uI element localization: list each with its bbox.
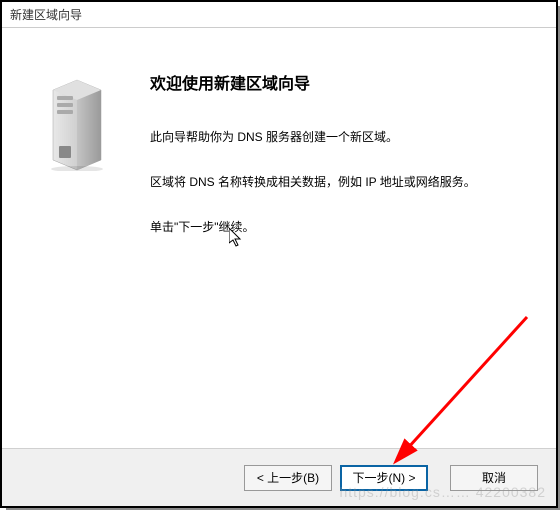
wizard-image-panel (22, 64, 132, 428)
server-tower-icon (47, 76, 107, 171)
back-button[interactable]: < 上一步(B) (244, 465, 332, 491)
wizard-paragraph-2: 区域将 DNS 名称转换成相关数据，例如 IP 地址或网络服务。 (150, 173, 532, 192)
wizard-content: 欢迎使用新建区域向导 此向导帮助你为 DNS 服务器创建一个新区域。 区域将 D… (2, 28, 556, 448)
window-title: 新建区域向导 (10, 6, 82, 23)
wizard-paragraph-1: 此向导帮助你为 DNS 服务器创建一个新区域。 (150, 128, 532, 147)
wizard-button-bar: < 上一步(B) 下一步(N) > 取消 (2, 448, 556, 506)
wizard-text-panel: 欢迎使用新建区域向导 此向导帮助你为 DNS 服务器创建一个新区域。 区域将 D… (132, 64, 532, 428)
wizard-heading: 欢迎使用新建区域向导 (150, 70, 532, 94)
titlebar: 新建区域向导 (2, 2, 556, 28)
cancel-button[interactable]: 取消 (450, 465, 538, 491)
wizard-paragraph-3: 单击"下一步"继续。 (150, 218, 532, 237)
next-button[interactable]: 下一步(N) > (340, 465, 428, 491)
